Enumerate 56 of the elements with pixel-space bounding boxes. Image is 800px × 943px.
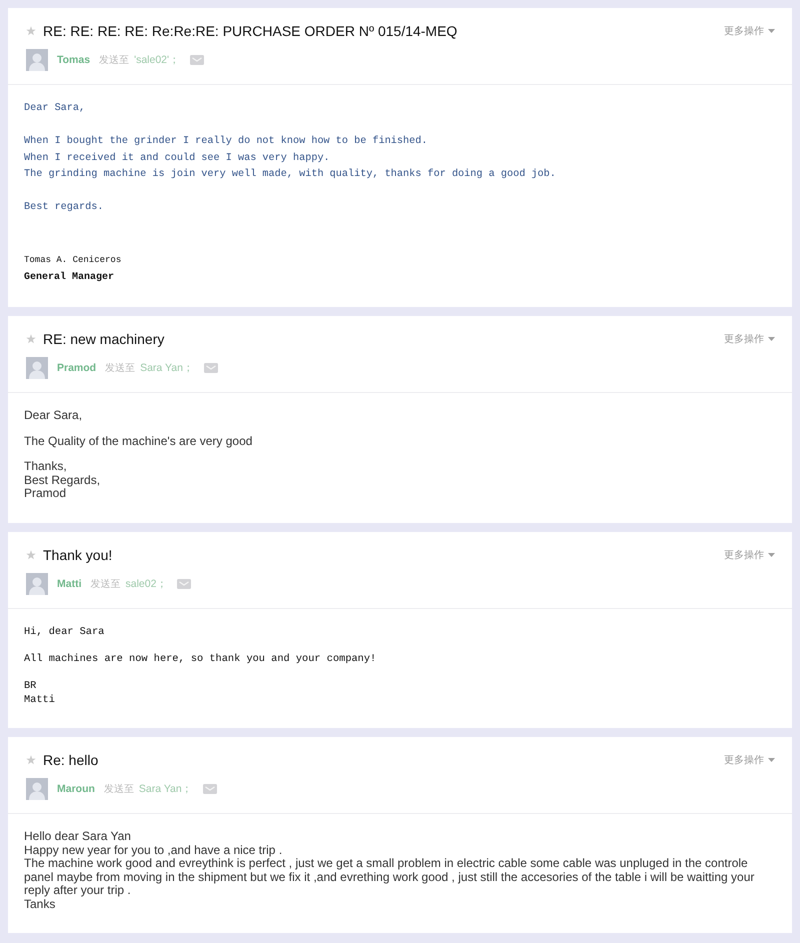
caret-icon [768, 758, 775, 762]
body-text: Best Regards, [24, 474, 102, 488]
email-subject: Thank you! [43, 546, 112, 562]
envelope-icon[interactable] [190, 55, 204, 65]
recipient-name[interactable]: Sara Yan； [138, 782, 193, 796]
sender-name[interactable]: Pramod [57, 362, 96, 374]
body-text: All machines are now here, so thank you and your company! [24, 652, 378, 666]
body-text: The grinding machine is join very well made, with quality, thanks for doing a good job. [24, 168, 557, 182]
more-actions-button[interactable]: 更多操作 [724, 24, 775, 38]
body-text: When I bought the grinder I really do not know how to be finished. [24, 134, 428, 149]
recipient-name[interactable]: 'sale02'； [134, 53, 180, 67]
envelope-icon[interactable] [177, 578, 192, 588]
signature-name: Tomas A. Ceniceros [24, 254, 122, 266]
sent-to-label: 发送至 [105, 362, 136, 376]
body-text: Happy new year for you to ,and have a nice trip . [24, 844, 284, 858]
sent-to-label: 发送至 [104, 783, 134, 796]
body-text: When I received it and could see I was very happy. [24, 152, 331, 166]
email-subject: Re: hello [43, 752, 98, 768]
sent-to-label: 发送至 [99, 54, 130, 67]
envelope-icon[interactable] [204, 363, 218, 374]
body-text: Matti [24, 692, 56, 706]
avatar-icon [26, 357, 48, 380]
body-text: Dear Sara, [24, 409, 84, 423]
body-text: The machine work good and evreythink is perfect , just we get a small problem in electric cable some cable was unpluged in the controle panel maybe from moving in the shipment but we fix it ,and evrething work good , just still the accesories of the table i will be waitting your reply after your trip . [24, 857, 756, 898]
body-text: BR [24, 678, 38, 692]
star-icon[interactable] [26, 334, 36, 344]
more-actions-button[interactable]: 更多操作 [724, 332, 775, 346]
email-subject: RE: new machinery [43, 331, 164, 348]
avatar-icon [26, 572, 48, 594]
body-text: Tanks [24, 898, 56, 912]
star-icon[interactable] [26, 26, 36, 36]
sender-name[interactable]: Matti [57, 578, 82, 590]
more-actions-button[interactable]: 更多操作 [724, 548, 775, 562]
star-icon[interactable] [26, 755, 36, 766]
envelope-icon[interactable] [202, 784, 217, 794]
body-text: Pramod [24, 487, 66, 501]
recipient-name[interactable]: Sara Yan； [140, 361, 194, 376]
avatar-icon [26, 778, 48, 800]
body-text: The Quality of the machine's are very good [24, 434, 254, 448]
body-text: Hello dear Sara Yan [24, 830, 132, 844]
body-text: Best regards. [24, 200, 104, 215]
caret-icon [768, 552, 775, 556]
caret-icon [768, 29, 775, 33]
star-icon[interactable] [26, 550, 36, 560]
body-text: Dear Sara, [24, 102, 86, 116]
caret-icon [768, 337, 775, 342]
recipient-name[interactable]: sale02； [126, 576, 168, 590]
body-text: Hi, dear Sara [24, 624, 106, 638]
avatar-icon [26, 49, 48, 71]
signature-title: General Manager [24, 270, 116, 284]
email-subject: RE: RE: RE: RE: Re:Re:RE: PURCHASE ORDER Nº 015/14-MEQ [43, 23, 458, 39]
sent-to-label: 发送至 [90, 578, 120, 590]
sender-name[interactable]: Tomas [57, 54, 90, 66]
more-actions-button[interactable]: 更多操作 [724, 753, 775, 768]
body-text: Thanks, [24, 460, 68, 474]
sender-name[interactable]: Maroun [57, 783, 95, 796]
